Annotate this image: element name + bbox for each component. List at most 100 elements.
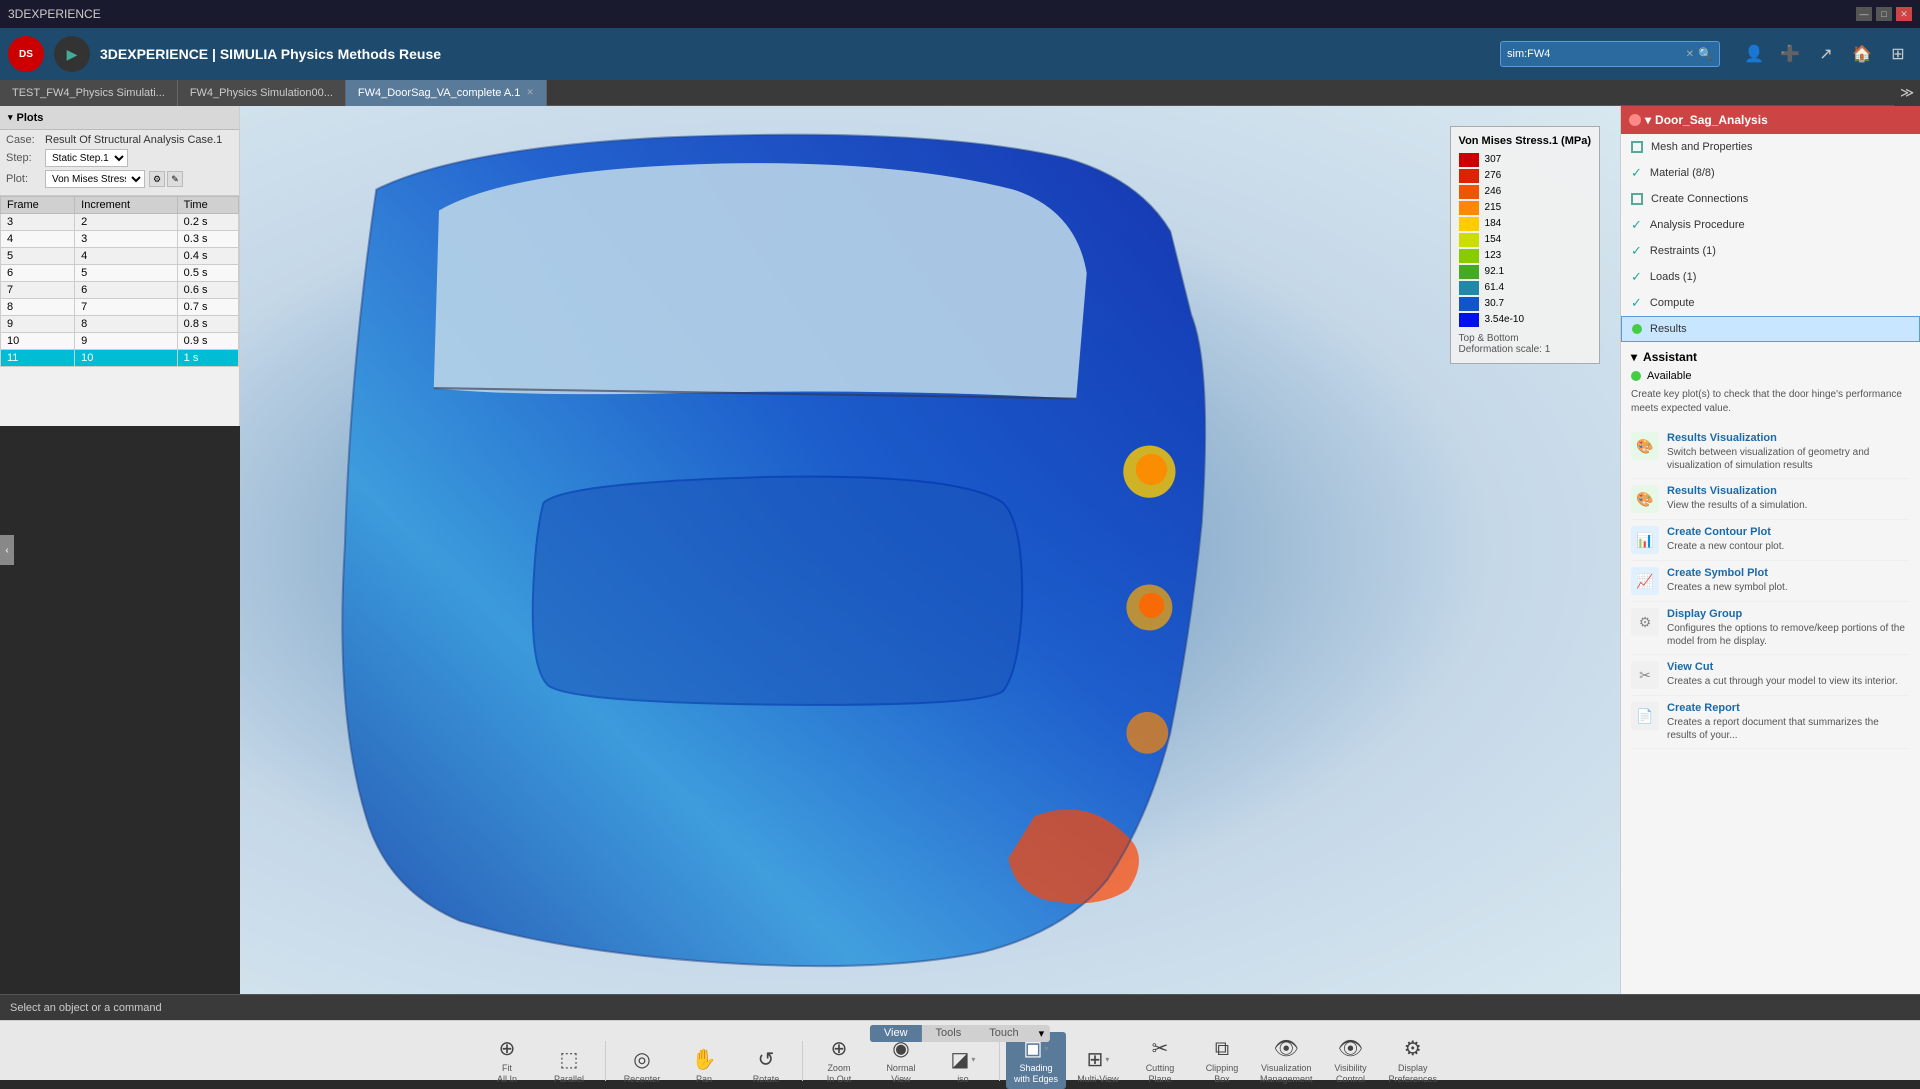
cutting-plane-button[interactable]: ✂ CuttingPlane: [1130, 1032, 1190, 1089]
panel-item-compute[interactable]: ✓Compute: [1621, 290, 1920, 316]
table-row[interactable]: 430.3 s: [1, 231, 239, 248]
close-button[interactable]: ✕: [1896, 7, 1912, 21]
assistant-item[interactable]: ⚙ Display Group Configures the options t…: [1631, 602, 1910, 655]
add-icon[interactable]: ➕: [1776, 40, 1804, 68]
tab-1-label: FW4_Physics Simulation00...: [190, 87, 333, 99]
legend-bar-item: 30.7: [1459, 297, 1591, 311]
dropdown-arrow-icon[interactable]: ▾: [1044, 1044, 1048, 1053]
panel-item-material_88[interactable]: ✓Material (8/8): [1621, 160, 1920, 186]
viewport[interactable]: Von Mises Stress.1 (MPa) 307276246215184…: [240, 106, 1620, 994]
plot-settings-button[interactable]: ⚙: [149, 171, 165, 187]
search-input[interactable]: [1507, 48, 1682, 60]
search-bar: ✕ 🔍: [1500, 41, 1720, 67]
panel-item-label: Restraints (1): [1650, 245, 1716, 257]
increment-cell: 7: [75, 299, 178, 316]
panel-item-results[interactable]: Results: [1621, 316, 1920, 342]
assistant-item-content: Create Report Creates a report document …: [1667, 702, 1910, 742]
multi-view-button[interactable]: ⊞ ▾ Multi-View: [1068, 1043, 1128, 1089]
multi-view-label: Multi-View: [1077, 1074, 1118, 1085]
plot-label: Plot:: [6, 173, 41, 185]
shading-with-edges-label: Shading: [1019, 1063, 1052, 1073]
assistant-header[interactable]: ▾ Assistant: [1631, 350, 1910, 364]
clipping-box-button[interactable]: ⧉ ClippingBox: [1192, 1034, 1252, 1089]
assistant-item[interactable]: 🎨 Results Visualization View the results…: [1631, 479, 1910, 520]
panel-expand-icon[interactable]: ▾: [1645, 113, 1651, 127]
plots-collapse-arrow[interactable]: ▾: [8, 112, 13, 123]
plot-select[interactable]: Von Mises Stress.1: [45, 170, 145, 188]
search-icon[interactable]: 🔍: [1698, 47, 1713, 61]
pan-button[interactable]: ✋ Pan: [674, 1043, 734, 1089]
assistant-item[interactable]: ✂ View Cut Creates a cut through your mo…: [1631, 655, 1910, 696]
share-icon[interactable]: ↗: [1812, 40, 1840, 68]
window-controls: — □ ✕: [1856, 7, 1912, 21]
assistant-section: ▾ Assistant Available Create key plot(s)…: [1621, 342, 1920, 757]
view-tab-tools[interactable]: Tools: [922, 1025, 976, 1042]
assistant-item-desc: Creates a new symbol plot.: [1667, 581, 1910, 594]
normal-view-label: NormalView: [886, 1063, 915, 1085]
assistant-item[interactable]: 📄 Create Report Creates a report documen…: [1631, 696, 1910, 749]
increment-cell: 8: [75, 316, 178, 333]
table-row[interactable]: 11101 s: [1, 350, 239, 367]
panel-item-create_connections[interactable]: Create Connections: [1621, 186, 1920, 212]
assistant-item[interactable]: 🎨 Results Visualization Switch between v…: [1631, 426, 1910, 479]
tab-2[interactable]: FW4_DoorSag_VA_complete A.1 ✕: [346, 80, 547, 106]
maximize-button[interactable]: □: [1876, 7, 1892, 21]
visibility-control-button[interactable]: 👁 VisibilityControl: [1321, 1032, 1381, 1089]
plot-edit-button[interactable]: ✎: [167, 171, 183, 187]
plots-panel: ▾ Plots Case: Result Of Structural Analy…: [0, 106, 240, 426]
panel-collapse-button[interactable]: ≫: [1894, 80, 1920, 106]
panel-item-label: Loads (1): [1650, 271, 1696, 283]
step-select[interactable]: Static Step.1: [45, 149, 128, 167]
legend-bar-item: 307: [1459, 153, 1591, 167]
table-row[interactable]: 540.4 s: [1, 248, 239, 265]
table-row[interactable]: 1090.9 s: [1, 333, 239, 350]
panel-item-restraints_1[interactable]: ✓Restraints (1): [1621, 238, 1920, 264]
table-row[interactable]: 980.8 s: [1, 316, 239, 333]
legend-bottom-label: Top & Bottom: [1459, 333, 1591, 344]
frame-cell: 4: [1, 231, 75, 248]
normal-view-label: Normal: [886, 1063, 915, 1073]
red-dot-icon: [1629, 114, 1641, 126]
search-clear-icon[interactable]: ✕: [1686, 49, 1694, 60]
shading-with-edges-label: with Edges: [1014, 1074, 1058, 1084]
right-panel-items: Mesh and Properties✓Material (8/8)Create…: [1621, 134, 1920, 342]
visualization-management-button[interactable]: 👁 VisualizationManagement: [1254, 1032, 1319, 1089]
view-tab-view[interactable]: View: [870, 1025, 922, 1042]
home-icon[interactable]: 🏠: [1848, 40, 1876, 68]
recenter-label: Recenter: [624, 1074, 661, 1084]
zoom-in-out-icon: ⊕: [831, 1036, 848, 1061]
table-row[interactable]: 320.2 s: [1, 214, 239, 231]
panel-item-analysis_procedure[interactable]: ✓Analysis Procedure: [1621, 212, 1920, 238]
tab-2-close-icon[interactable]: ✕: [526, 87, 534, 98]
frame-cell: 10: [1, 333, 75, 350]
assistant-item-content: Create Contour Plot Create a new contour…: [1667, 526, 1910, 554]
zoom-in-out-button[interactable]: ⊕ ZoomIn Out: [809, 1032, 869, 1089]
panel-item-mesh_and_properties[interactable]: Mesh and Properties: [1621, 134, 1920, 160]
display-preferences-button[interactable]: ⚙ DisplayPreferences: [1383, 1032, 1444, 1089]
panel-item-loads_1[interactable]: ✓Loads (1): [1621, 264, 1920, 290]
user-icon[interactable]: 👤: [1740, 40, 1768, 68]
assistant-item[interactable]: 📈 Create Symbol Plot Creates a new symbo…: [1631, 561, 1910, 602]
grid-icon[interactable]: ⊞: [1884, 40, 1912, 68]
parallel-button[interactable]: ⬚ Parallel: [539, 1043, 599, 1089]
assistant-item[interactable]: 📊 Create Contour Plot Create a new conto…: [1631, 520, 1910, 561]
rotate-button[interactable]: ↺ Rotate: [736, 1043, 796, 1089]
play-button[interactable]: [54, 36, 90, 72]
pan-label: Pan: [696, 1074, 712, 1085]
view-tab-more-icon[interactable]: ▾: [1033, 1025, 1051, 1042]
tab-1[interactable]: FW4_Physics Simulation00...: [178, 80, 346, 106]
time-cell: 0.6 s: [177, 282, 238, 299]
table-row[interactable]: 650.5 s: [1, 265, 239, 282]
plot-row: Plot: Von Mises Stress.1 ⚙ ✎: [6, 170, 233, 188]
table-row[interactable]: 870.7 s: [1, 299, 239, 316]
view-tab-touch[interactable]: Touch: [975, 1025, 1032, 1042]
tab-0[interactable]: TEST_FW4_Physics Simulati...: [0, 80, 178, 106]
minimize-button[interactable]: —: [1856, 7, 1872, 21]
dropdown-arrow-icon[interactable]: ▾: [971, 1055, 975, 1064]
dropdown-arrow-icon[interactable]: ▾: [1105, 1055, 1109, 1064]
table-row[interactable]: 760.6 s: [1, 282, 239, 299]
left-panel-toggle[interactable]: ‹: [0, 535, 14, 565]
recenter-button[interactable]: ◎ Recenter: [612, 1043, 672, 1089]
iso-button[interactable]: ◪ ▾ iso: [933, 1043, 993, 1089]
fit-all-in-button[interactable]: ⊕ FitAll In: [477, 1032, 537, 1089]
